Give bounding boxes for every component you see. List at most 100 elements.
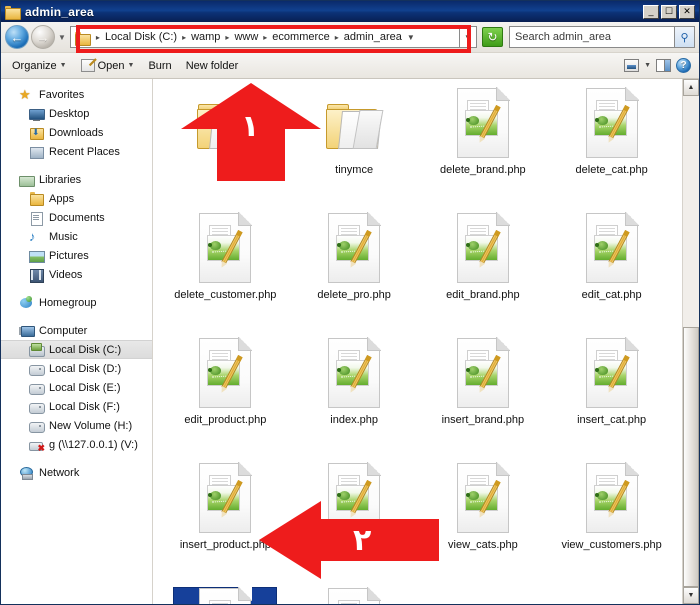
sidebar-item-recent-places[interactable]: Recent Places (1, 142, 152, 161)
sidebar-item-homegroup[interactable]: Homegroup (1, 293, 152, 312)
sidebar-item-label: Apps (49, 192, 75, 205)
item-inner: delete_pro.php (302, 212, 406, 301)
star-icon: ★ (19, 86, 31, 102)
file-item[interactable]: delete_pro.php (290, 208, 419, 333)
file-item[interactable]: index.php (290, 333, 419, 458)
sidebar-item-local-disk-c[interactable]: Local Disk (C:) (1, 340, 152, 359)
recent-places-icon (29, 145, 44, 159)
breadcrumb[interactable]: ▸ Local Disk (C:) ▸ wamp ▸ www ▸ ecommer… (69, 26, 460, 48)
search-container: Search admin_area ⚲ (509, 26, 695, 48)
php-file-icon (584, 337, 640, 411)
hard-disk-icon (29, 342, 45, 357)
open-button[interactable]: Open ▼ (76, 57, 140, 74)
file-item[interactable]: delete_customer.php (161, 208, 290, 333)
burn-button[interactable]: Burn (143, 58, 176, 74)
sidebar-item-downloads[interactable]: Downloads (1, 123, 152, 142)
sidebar-item-local-disk-e[interactable]: Local Disk (E:) (1, 378, 152, 397)
item-inner: index.php (302, 337, 406, 426)
help-icon[interactable]: ? (676, 58, 691, 73)
item-inner: edit_product.php (173, 337, 277, 426)
minimize-button[interactable]: _ (643, 4, 659, 19)
file-item[interactable]: view_product.php (290, 583, 419, 604)
scrollbar-track[interactable] (683, 96, 699, 587)
address-dropdown-icon[interactable]: ▼ (460, 26, 477, 48)
maximize-button[interactable]: ☐ (661, 4, 677, 19)
sidebar-item-desktop[interactable]: Desktop (1, 104, 152, 123)
breadcrumb-item-ecommerce[interactable]: ecommerce (271, 31, 330, 43)
sidebar-item-new-volume-h[interactable]: New Volume (H:) (1, 416, 152, 435)
item-inner: delete_brand.php (431, 87, 535, 176)
computer-icon (19, 324, 35, 338)
sidebar-item-libraries[interactable]: Libraries (1, 170, 152, 189)
file-item[interactable]: view_orders.php (161, 583, 290, 604)
hard-disk-icon (29, 381, 45, 395)
hard-disk-icon (29, 362, 45, 376)
forward-button[interactable]: → (31, 25, 55, 49)
search-input[interactable]: Search admin_area (509, 26, 674, 48)
file-item[interactable]: delete_cat.php (547, 83, 676, 208)
php-file-icon (584, 462, 640, 536)
sidebar-item-favorites[interactable]: ★ Favorites (1, 85, 152, 104)
breadcrumb-item-www[interactable]: www (233, 31, 259, 43)
breadcrumb-separator[interactable]: ▸ (259, 33, 271, 42)
breadcrumb-separator[interactable]: ▸ (178, 33, 190, 42)
file-item[interactable]: edit_brand.php (419, 208, 548, 333)
file-item[interactable]: insert_brand.php (419, 333, 548, 458)
sidebar-item-pictures[interactable]: Pictures (1, 246, 152, 265)
file-item[interactable]: delete_brand.php (419, 83, 548, 208)
breadcrumb-trailing-caret[interactable]: ▼ (403, 33, 419, 42)
new-folder-label: New folder (185, 59, 239, 72)
navigation-pane[interactable]: ★ Favorites Desktop Downloads Recent Places L… (1, 79, 153, 604)
scroll-up-button[interactable]: ▲ (683, 79, 699, 96)
downloads-icon (29, 126, 44, 140)
search-icon[interactable]: ⚲ (674, 26, 695, 48)
sidebar-item-music[interactable]: ♪ Music (1, 227, 152, 246)
sidebar-item-videos[interactable]: Videos (1, 265, 152, 284)
nav-group: Libraries Apps Documents ♪ Music Pictures Vide… (1, 170, 152, 284)
breadcrumb-item-local-disk[interactable]: Local Disk (C:) (104, 31, 178, 43)
vertical-scrollbar[interactable]: ▲ ▼ (682, 79, 699, 604)
sidebar-item-label: Computer (39, 324, 88, 337)
view-icon[interactable] (624, 59, 640, 72)
breadcrumb-separator[interactable]: ▸ (92, 33, 104, 42)
file-item[interactable]: edit_cat.php (547, 208, 676, 333)
close-button[interactable]: ✕ (679, 4, 695, 19)
php-file-icon (197, 462, 253, 536)
sidebar-item-label: Favorites (39, 88, 85, 101)
sidebar-item-network[interactable]: Network (1, 463, 152, 482)
refresh-button[interactable]: ↻ (482, 27, 503, 47)
sidebar-item-g-127-0-0-1-v[interactable]: g (\\127.0.0.1) (V:) (1, 435, 152, 454)
step-2-number: ٢ (353, 523, 372, 558)
item-label: edit_brand.php (446, 289, 520, 301)
homegroup-icon (19, 295, 34, 310)
file-item[interactable]: edit_product.php (161, 333, 290, 458)
sidebar-item-documents[interactable]: Documents (1, 208, 152, 227)
file-item[interactable]: view_customers.php (547, 458, 676, 583)
organize-button[interactable]: Organize ▼ (7, 58, 72, 74)
item-label: delete_cat.php (575, 164, 648, 176)
php-file-icon (326, 587, 382, 604)
scrollbar-thumb[interactable] (683, 326, 699, 587)
breadcrumb-item-wamp[interactable]: wamp (190, 31, 221, 43)
history-dropdown-icon[interactable]: ▼ (57, 33, 68, 42)
sidebar-item-local-disk-f[interactable]: Local Disk (F:) (1, 397, 152, 416)
new-folder-button[interactable]: New folder (181, 58, 244, 74)
item-label: view_cats.php (448, 539, 518, 551)
breadcrumb-item-admin-area[interactable]: admin_area (343, 31, 403, 43)
scroll-down-button[interactable]: ▼ (683, 587, 699, 604)
item-inner: edit_brand.php (431, 212, 535, 301)
view-chevron-down-icon[interactable]: ▼ (644, 62, 651, 69)
preview-pane-icon[interactable] (656, 59, 671, 72)
sidebar-item-apps[interactable]: Apps (1, 189, 152, 208)
php-file-icon (197, 587, 253, 604)
sidebar-item-computer[interactable]: Computer (1, 321, 152, 340)
item-inner: view_customers.php (560, 462, 664, 551)
back-button[interactable]: ← (5, 25, 29, 49)
window-title: admin_area (25, 4, 94, 19)
breadcrumb-separator[interactable]: ▸ (221, 33, 233, 42)
file-item[interactable]: insert_cat.php (547, 333, 676, 458)
sidebar-item-local-disk-d[interactable]: Local Disk (D:) (1, 359, 152, 378)
forward-arrow-icon: → (36, 29, 50, 45)
music-icon: ♪ (29, 228, 36, 244)
breadcrumb-separator[interactable]: ▸ (331, 33, 343, 42)
